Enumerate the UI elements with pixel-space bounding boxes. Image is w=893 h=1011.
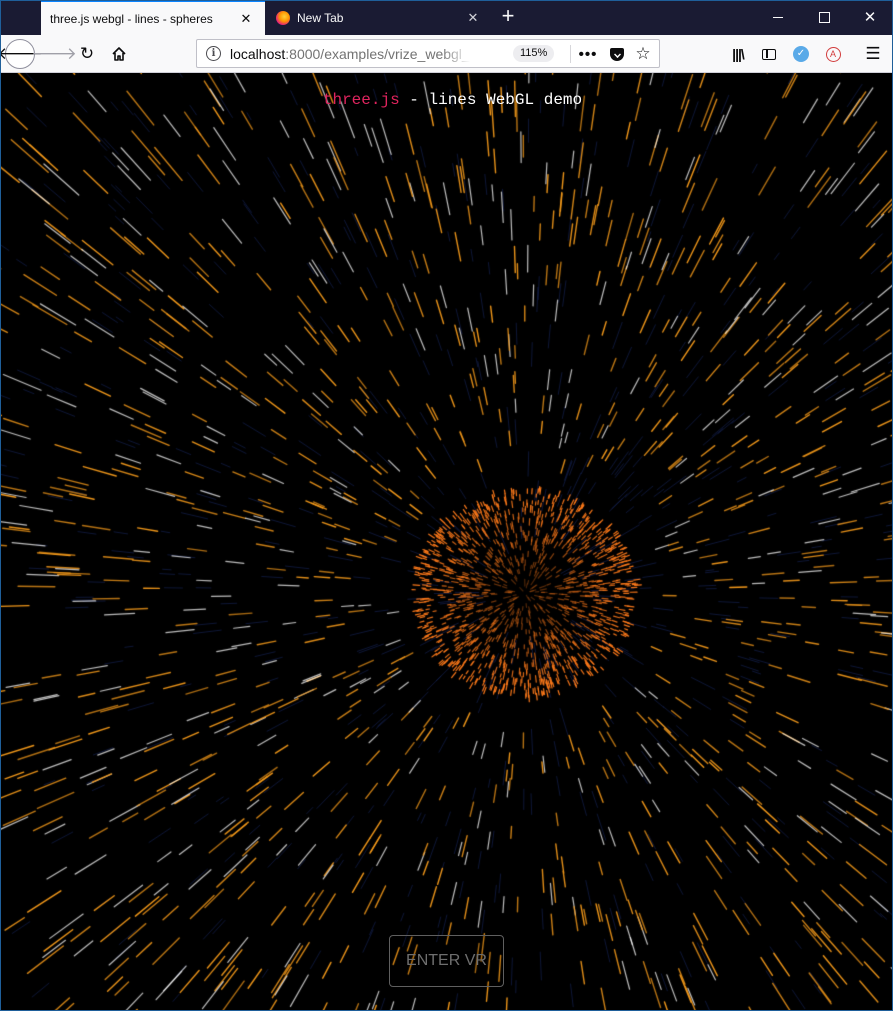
- demo-description: - lines WebGL demo: [399, 91, 583, 109]
- menu-button[interactable]: ☰: [862, 43, 884, 65]
- tab-close-icon[interactable]: ✕: [465, 10, 481, 26]
- navigation-toolbar: 🡐 🡒 ↻ i localhost:8000/examples/vrize_we…: [0, 35, 893, 73]
- library-icon: |||\: [732, 46, 745, 62]
- extension-button-1[interactable]: ✓: [790, 43, 812, 65]
- extension-bird-icon: ✓: [793, 46, 809, 62]
- maximize-icon: [818, 12, 830, 23]
- close-icon: ✕: [863, 9, 877, 26]
- tab-strip: three.js webgl - lines - spheres ✕ New T…: [0, 0, 893, 35]
- minimize-button[interactable]: [755, 0, 801, 35]
- menu-icon: ☰: [865, 44, 881, 63]
- sidebar-icon: [762, 48, 776, 60]
- url-text[interactable]: localhost:8000/examples/vrize_webgl_line…: [230, 46, 470, 62]
- tab-title: New Tab: [297, 10, 344, 25]
- reload-icon: ↻: [79, 44, 95, 63]
- extension-a-icon: A: [825, 46, 841, 62]
- library-button[interactable]: |||\: [727, 43, 749, 65]
- zoom-level-badge[interactable]: 115%: [513, 45, 555, 62]
- minimize-icon: [773, 17, 783, 18]
- star-icon[interactable]: ☆: [632, 44, 654, 64]
- pocket-icon: [610, 47, 624, 61]
- new-tab-button[interactable]: +: [496, 4, 520, 30]
- browser-window: three.js webgl - lines - spheres ✕ New T…: [0, 0, 893, 1011]
- close-window-button[interactable]: ✕: [847, 0, 893, 35]
- enter-vr-button[interactable]: ENTER VR: [389, 935, 504, 987]
- tab-close-icon[interactable]: ✕: [238, 11, 254, 27]
- page-content: three.js - lines WebGL demo ENTER VR: [0, 73, 893, 1011]
- pocket-button[interactable]: [606, 44, 628, 64]
- forward-arrow-icon: 🡒: [31, 44, 77, 63]
- tab-title: three.js webgl - lines - spheres: [50, 11, 213, 26]
- reload-button[interactable]: ↻: [72, 39, 102, 69]
- address-bar[interactable]: i localhost:8000/examples/vrize_webgl_li…: [196, 39, 660, 68]
- sidebar-button[interactable]: [758, 43, 780, 65]
- forward-button[interactable]: 🡒: [31, 39, 77, 69]
- demo-info: three.js - lines WebGL demo: [0, 91, 893, 109]
- maximize-button[interactable]: [801, 0, 847, 35]
- url-path: :8000/examples/vrize_webgl_lines: [285, 46, 470, 62]
- tab-new-tab[interactable]: New Tab ✕: [265, 0, 492, 35]
- home-icon: [112, 47, 126, 61]
- url-host: localhost: [230, 46, 286, 62]
- webgl-lines-canvas[interactable]: [0, 73, 893, 1011]
- firefox-logo-icon: [276, 10, 290, 25]
- tab-active[interactable]: three.js webgl - lines - spheres ✕: [41, 0, 265, 35]
- more-icon[interactable]: •••: [577, 44, 599, 64]
- threejs-link[interactable]: three.js: [323, 91, 400, 109]
- home-button[interactable]: [104, 39, 134, 69]
- extension-button-2[interactable]: A: [822, 43, 844, 65]
- urlbar-separator: [570, 45, 571, 63]
- info-icon[interactable]: i: [206, 46, 221, 61]
